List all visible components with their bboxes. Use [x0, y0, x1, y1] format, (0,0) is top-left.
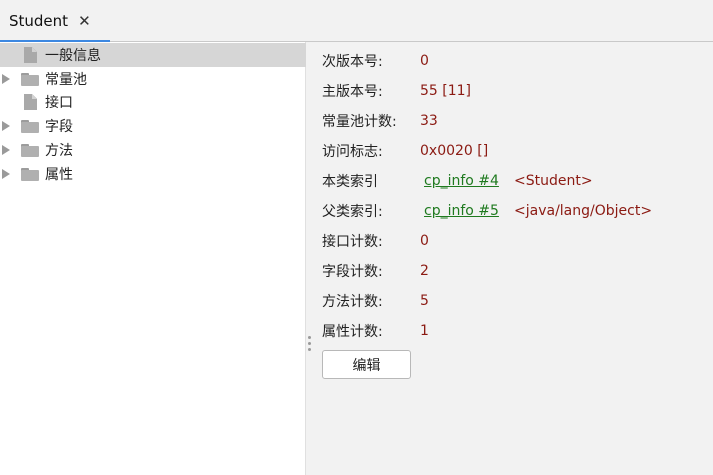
minor-version-value: 0	[420, 53, 429, 69]
tree-item-general-info[interactable]: 一般信息	[0, 43, 306, 67]
major-version-value: 55 [11]	[420, 83, 472, 99]
interfaces-count-value: 0	[420, 233, 429, 249]
tree-item-constant-pool[interactable]: 常量池	[0, 67, 306, 91]
methods-count-row: 方法计数: 5	[322, 286, 702, 316]
splitter-handle[interactable]	[307, 336, 312, 356]
file-icon	[24, 94, 37, 110]
tree-item-label: 接口	[45, 95, 73, 111]
folder-icon	[21, 143, 39, 157]
expand-arrow-icon[interactable]	[2, 145, 10, 155]
fields-count-label: 字段计数:	[322, 264, 383, 280]
this-class-link[interactable]: cp_info #4	[424, 173, 499, 189]
super-class-row: 父类索引: cp_info #5 <java/lang/Object>	[322, 196, 702, 226]
expand-arrow-icon[interactable]	[2, 169, 10, 179]
tree-item-attributes[interactable]: 属性	[0, 162, 306, 186]
methods-count-value: 5	[420, 293, 429, 309]
tree-item-methods[interactable]: 方法	[0, 138, 306, 162]
attributes-count-row: 属性计数: 1	[322, 316, 702, 346]
this-class-row: 本类索引 cp_info #4 <Student>	[322, 166, 702, 196]
super-class-label: 父类索引:	[322, 204, 383, 220]
constant-pool-count-label: 常量池计数:	[322, 114, 397, 130]
tree-item-interfaces[interactable]: 接口	[0, 90, 306, 114]
tree-item-label: 常量池	[45, 72, 87, 88]
tab-student[interactable]: Student ✕	[0, 0, 110, 43]
access-flags-label: 访问标志:	[322, 144, 383, 160]
constant-pool-count-value: 33	[420, 113, 438, 129]
edit-button[interactable]: 编辑	[322, 350, 411, 379]
tab-title[interactable]: Student	[9, 12, 68, 30]
expand-arrow-icon[interactable]	[2, 121, 10, 131]
minor-version-row: 次版本号: 0	[322, 46, 702, 76]
access-flags-row: 访问标志: 0x0020 []	[322, 136, 702, 166]
file-icon	[24, 47, 37, 63]
super-class-ref: <java/lang/Object>	[514, 203, 653, 219]
this-class-label: 本类索引	[322, 174, 378, 190]
tree-item-fields[interactable]: 字段	[0, 114, 306, 138]
folder-icon	[21, 119, 39, 133]
tree-item-label: 方法	[45, 143, 73, 159]
close-icon[interactable]: ✕	[78, 13, 91, 29]
tab-bar: Student ✕	[0, 0, 713, 43]
tree-item-label: 属性	[45, 167, 73, 183]
constant-pool-count-row: 常量池计数: 33	[322, 106, 702, 136]
major-version-label: 主版本号:	[322, 84, 383, 100]
attributes-count-label: 属性计数:	[322, 324, 383, 340]
access-flags-value: 0x0020 []	[420, 143, 489, 159]
tree-item-label: 一般信息	[45, 48, 101, 64]
folder-icon	[21, 167, 39, 181]
attributes-count-value: 1	[420, 323, 429, 339]
interfaces-count-row: 接口计数: 0	[322, 226, 702, 256]
super-class-link[interactable]: cp_info #5	[424, 203, 499, 219]
fields-count-value: 2	[420, 263, 429, 279]
structure-tree: 一般信息 常量池 接口 字段 方法 属性	[0, 42, 306, 475]
methods-count-label: 方法计数:	[322, 294, 383, 310]
interfaces-count-label: 接口计数:	[322, 234, 383, 250]
expand-arrow-icon[interactable]	[2, 74, 10, 84]
folder-icon	[21, 72, 39, 86]
major-version-row: 主版本号: 55 [11]	[322, 76, 702, 106]
minor-version-label: 次版本号:	[322, 54, 383, 70]
this-class-ref: <Student>	[514, 173, 593, 189]
fields-count-row: 字段计数: 2	[322, 256, 702, 286]
tree-item-label: 字段	[45, 119, 73, 135]
